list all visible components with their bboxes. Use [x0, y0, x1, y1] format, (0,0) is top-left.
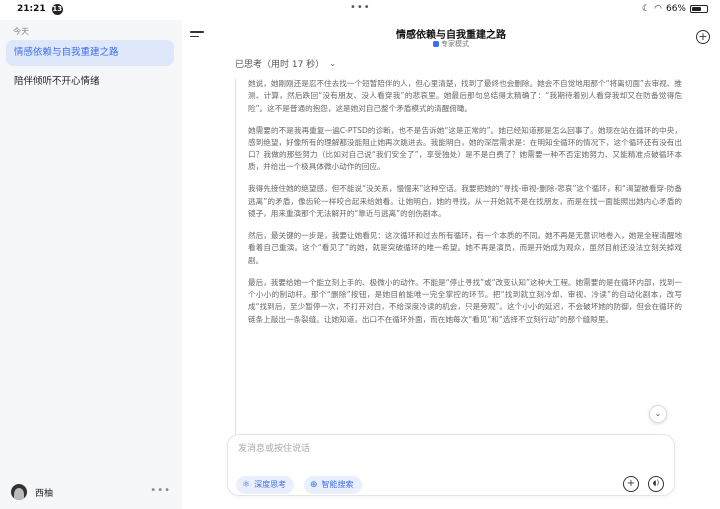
reasoning-paragraph: 她说，她刚刚还是忍不住去找一个短暂陪伴的人，但心里清楚，找到了最终也会删除。她会…: [248, 79, 682, 113]
thought-toggle[interactable]: 已思考（用时 17 秒） ⌄: [235, 57, 336, 70]
message-input[interactable]: [238, 442, 638, 456]
wifi-icon: ◠: [654, 4, 662, 14]
scroll-down-chevron-icon[interactable]: ⌄: [649, 405, 667, 423]
more-options-icon[interactable]: •••: [150, 485, 171, 496]
status-bar: 21:21 13 ••• ☾ ◠ 66%: [0, 0, 720, 20]
deep-think-label: 深度思考: [254, 480, 287, 489]
chat-item-emotional-dependence[interactable]: 情感依赖与自我重建之路: [6, 40, 174, 66]
section-label-today: 今天: [13, 27, 29, 36]
user-profile[interactable]: 西柚: [11, 484, 53, 500]
user-name: 西柚: [35, 488, 54, 499]
reasoning-paragraph: 然后，最关键的一步是，我要让她看见：这次循环和过去所有循环，有一个本质的不同。她…: [248, 231, 682, 265]
status-right: ☾ ◠ 66%: [642, 4, 708, 14]
smart-search-toggle[interactable]: ⊕ 智能搜索: [304, 476, 362, 494]
expert-mode-icon: [433, 41, 439, 47]
mode-text: 专家模式: [441, 40, 469, 48]
message-composer: ⚛ 深度思考 ⊕ 智能搜索 + ◖): [227, 434, 675, 496]
avatar: [11, 484, 27, 500]
status-time: 21:21 13: [17, 4, 63, 15]
globe-icon: ⊕: [310, 480, 318, 490]
battery-icon: [690, 5, 708, 13]
reasoning-content: 她说，她刚刚还是忍不住去找一个短暂陪伴的人，但心里清楚，找到了最终也会删除。她会…: [235, 78, 682, 458]
mode-label: 专家模式: [182, 39, 720, 49]
chat-item-listening[interactable]: 陪伴倾听不开心情绪: [6, 69, 174, 95]
reasoning-paragraph: 最后，我要给她一个能立刻上手的、极微小的动作。不能是“停止寻找”或“改变认知”这…: [248, 277, 682, 324]
smart-search-label: 智能搜索: [321, 480, 354, 489]
main-panel: 情感依赖与自我重建之路 专家模式 + 已思考（用时 17 秒） ⌄ 她说，她刚刚…: [182, 20, 720, 509]
moon-icon: ☾: [642, 4, 651, 14]
deep-think-toggle[interactable]: ⚛ 深度思考: [236, 476, 295, 494]
atom-icon: ⚛: [242, 480, 251, 490]
sidebar: 今天 情感依赖与自我重建之路 陪伴倾听不开心情绪 西柚 •••: [0, 20, 182, 509]
chevron-down-icon: ⌄: [329, 59, 336, 68]
new-chat-plus-icon[interactable]: +: [696, 30, 710, 44]
reasoning-paragraph: 我得先接住她的绝望感，但不能说“没关系，慢慢来”这种空话。我要把她的“寻找-审视…: [248, 184, 682, 219]
battery-percent: 66%: [665, 4, 686, 14]
battery-fill: [692, 7, 701, 11]
multitask-dots-icon[interactable]: •••: [350, 2, 371, 13]
reasoning-paragraph: 她需要的不是我再重复一遍C-PTSD的诊断，也不是告诉她“这是正常的”。她已经知…: [248, 125, 682, 172]
attach-plus-icon[interactable]: +: [623, 476, 639, 492]
status-time-text: 21:21: [17, 4, 46, 14]
voice-icon[interactable]: ◖): [648, 476, 664, 492]
thought-label: 已思考（用时 17 秒）: [235, 60, 325, 70]
notification-badge: 13: [51, 4, 63, 15]
